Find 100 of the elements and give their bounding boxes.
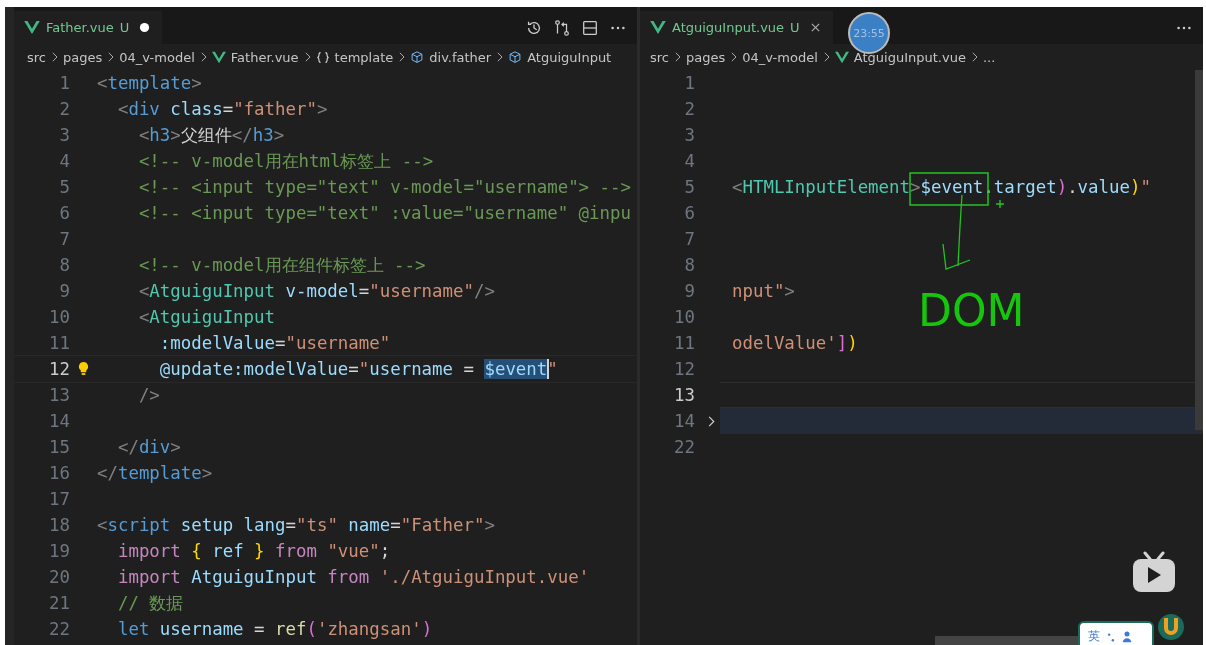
compare-changes-icon[interactable]	[553, 18, 571, 37]
scrollbar-thumb[interactable]	[935, 636, 1080, 645]
line-number: 11	[673, 332, 695, 355]
close-icon[interactable]	[809, 22, 821, 33]
tab-title: Father.vue	[46, 20, 114, 35]
line-number: 2	[683, 98, 695, 121]
git-status: U	[790, 20, 800, 35]
editor-tab[interactable]: AtguiguInput.vue U	[640, 11, 833, 44]
line-number: 6	[683, 202, 695, 225]
code-line: nput">	[732, 280, 795, 303]
chevron-icon	[51, 52, 58, 62]
breadcrumb-item[interactable]: 04_v-model	[119, 49, 195, 65]
line-number: 12	[48, 358, 70, 381]
code-line: </div>	[116, 436, 181, 459]
line-number: 22	[673, 436, 695, 459]
breadcrumb-item[interactable]: ...	[982, 49, 996, 65]
code-line: <!-- <input type="text" v-model="username"> -->	[137, 176, 631, 199]
code-line: <!-- v-model用在html标签上 -->	[137, 150, 434, 173]
breadcrumb-item[interactable]: src	[27, 49, 46, 65]
code-line: <AtguiguInput v-model="username"/>	[137, 280, 495, 303]
code-line: // 数据	[116, 592, 184, 615]
vue-logo-icon	[24, 21, 40, 34]
line-number: 5	[58, 176, 70, 199]
line-number: 14	[673, 410, 695, 433]
line-number: 11	[48, 332, 70, 355]
breadcrumb-item[interactable]: template	[334, 49, 394, 65]
line-number: 4	[58, 150, 70, 173]
line-number: 1	[58, 72, 70, 95]
breadcrumb-item[interactable]: AtguiguInput	[527, 49, 612, 65]
chevron-icon	[199, 52, 207, 62]
line-number: 17	[48, 488, 70, 511]
unsaved-dot-icon[interactable]	[139, 22, 151, 33]
breadcrumb-item[interactable]: src	[650, 49, 669, 65]
lightbulb-icon[interactable]	[78, 361, 89, 376]
line-number: 16	[48, 462, 70, 485]
badge-icon[interactable]	[1157, 613, 1185, 641]
code-line: :modelValue="username"	[158, 332, 391, 355]
code-line: odelValue'])	[732, 332, 858, 355]
code-line: <!-- v-model用在组件标签上 -->	[137, 254, 426, 277]
plus-icon	[996, 200, 1004, 208]
scrollbar-thumb[interactable]	[1195, 70, 1203, 430]
code-line: import { ref } from "vue";	[116, 540, 391, 563]
line-number: 15	[48, 436, 70, 459]
line-number: 13	[673, 384, 695, 407]
breadcrumb-item[interactable]: div.father	[429, 49, 492, 65]
user-icon[interactable]	[1122, 629, 1132, 643]
tv-play-icon[interactable]	[1132, 551, 1176, 593]
code-line: <div class="father">	[116, 98, 328, 121]
chevron-icon	[730, 52, 738, 62]
input-method-bar[interactable]: 英	[1078, 621, 1154, 645]
line-number: 9	[58, 280, 70, 303]
line-number: 18	[48, 514, 70, 537]
line-number: 12	[673, 358, 695, 381]
line-number: 10	[673, 306, 695, 329]
chevron-icon	[303, 52, 311, 62]
vue-logo-icon	[211, 50, 226, 64]
code-line: <AtguiguInput	[137, 306, 275, 329]
chevron-icon	[822, 52, 830, 62]
chevron-icon	[398, 52, 406, 62]
chevron-icon	[107, 52, 115, 62]
line-number: 22	[48, 618, 70, 641]
braces-icon	[315, 50, 330, 64]
code-line: <h3>父组件</h3>	[137, 124, 285, 147]
line-number: 3	[58, 124, 70, 147]
code-line: let username = ref('zhangsan')	[116, 618, 433, 641]
line-number: 1	[683, 72, 695, 95]
line-number: 10	[48, 306, 70, 329]
editor-tab[interactable]: Father.vue U	[14, 11, 163, 44]
line-number: 4	[683, 150, 695, 173]
line-number: 7	[58, 228, 70, 251]
chevron-icon	[970, 52, 978, 62]
input-mode-label[interactable]: 英	[1088, 627, 1100, 645]
split-editor-icon[interactable]	[581, 18, 599, 37]
code-line: @update:modelValue="username = $event"	[158, 358, 558, 381]
code-line: <!-- <input type="text" :value="username" @inpu	[137, 202, 631, 225]
line-number: 8	[683, 254, 695, 277]
tab-title: AtguiguInput.vue	[672, 20, 785, 35]
line-number: 3	[683, 124, 695, 147]
annotation-text: DOM	[918, 286, 1025, 336]
git-status: U	[119, 20, 130, 35]
line-number: 8	[58, 254, 70, 277]
breadcrumb-item[interactable]: pages	[63, 49, 103, 65]
line-number: 14	[48, 410, 70, 433]
line-number: 7	[683, 228, 695, 251]
breadcrumb-item[interactable]: pages	[686, 49, 726, 65]
line-number: 20	[48, 566, 70, 589]
code-line: import AtguiguInput from './AtguiguInput.vue'	[116, 566, 590, 589]
chevron-icon[interactable]	[707, 416, 715, 427]
line-number: 5	[683, 176, 695, 199]
line-number: 9	[683, 280, 695, 303]
line-number: 21	[48, 592, 70, 615]
breadcrumb-item[interactable]: Father.vue	[230, 49, 299, 65]
code-line: />	[137, 384, 160, 407]
line-number: 6	[58, 202, 70, 225]
chevron-icon	[496, 52, 504, 62]
code-line: </template>	[97, 462, 213, 485]
cube-icon	[410, 50, 425, 64]
code-line: <script setup lang="ts" name="Father">	[97, 514, 495, 537]
breadcrumb-item[interactable]: 04_v-model	[742, 49, 818, 65]
code-line: <template>	[97, 72, 202, 95]
